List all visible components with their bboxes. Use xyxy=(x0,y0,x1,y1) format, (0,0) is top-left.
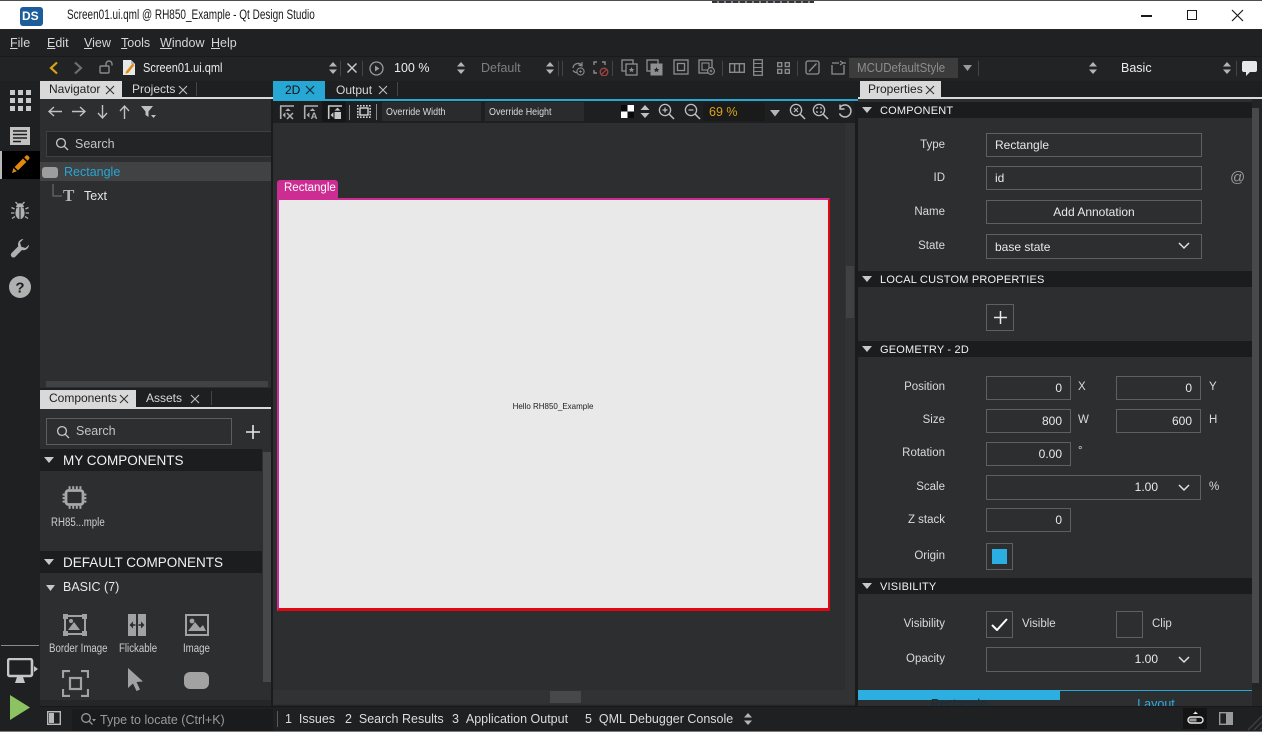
svg-text:?: ? xyxy=(15,280,24,297)
svg-text:A: A xyxy=(311,111,318,120)
